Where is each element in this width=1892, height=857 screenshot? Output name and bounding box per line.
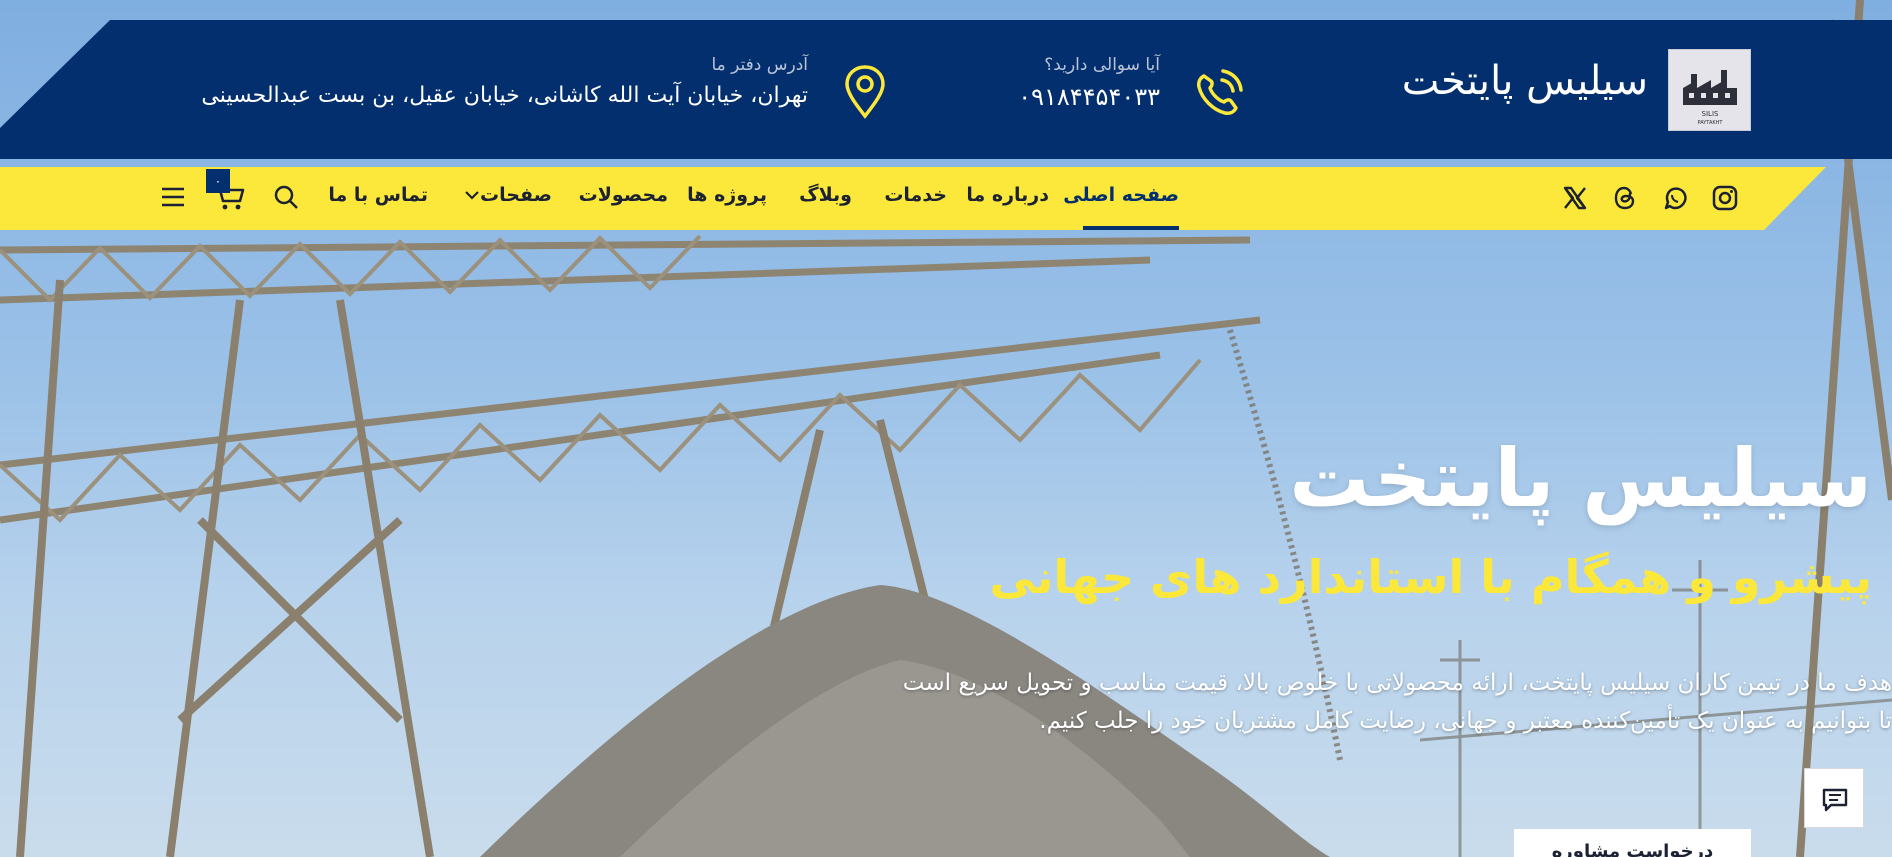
nav-item-contact[interactable]: تماس با ما xyxy=(328,184,428,206)
menu-icon[interactable] xyxy=(160,184,186,210)
nav-item-services[interactable]: خدمات xyxy=(884,184,947,206)
phone-number[interactable]: ۰۹۱۸۴۴۵۴۰۳۳ xyxy=(1018,83,1160,111)
nav-item-projects[interactable]: پروژه ها xyxy=(687,184,767,206)
hero-desc-line-2: تا بتوانیم به عنوان یک تأمین‌کننده معتبر… xyxy=(1039,708,1892,734)
address-label: آدرس دفتر ما xyxy=(711,55,808,75)
nav-item-pages[interactable]: صفحات xyxy=(480,184,552,206)
search-icon[interactable] xyxy=(272,183,300,211)
phone-label: آیا سوالی دارید؟ xyxy=(1044,55,1160,75)
phone-contact[interactable]: آیا سوالی دارید؟ ۰۹۱۸۴۴۵۴۰۳۳ xyxy=(1018,55,1160,111)
hero-subtitle: پیشرو و همگام با استاندارد های جهانی xyxy=(989,550,1872,604)
address-value: تهران، خیابان آیت الله کاشانی، خیابان عق… xyxy=(201,83,808,108)
location-pin-icon xyxy=(845,65,885,119)
chevron-down-icon xyxy=(465,191,479,200)
nav-item-blog[interactable]: وبلاگ xyxy=(799,184,852,206)
hero-title: سیلیس پایتخت xyxy=(1289,432,1872,525)
site-logo[interactable]: SILIS PAYTAKHT xyxy=(1668,49,1751,131)
consultation-request-button[interactable]: درخواست مشاوره xyxy=(1514,829,1751,857)
svg-text:SILIS: SILIS xyxy=(1702,110,1719,118)
office-address: آدرس دفتر ما تهران، خیابان آیت الله کاشا… xyxy=(201,55,808,108)
nav-item-home[interactable]: صفحه اصلی xyxy=(1063,184,1179,206)
factory-logo-icon: SILIS PAYTAKHT xyxy=(1683,70,1737,126)
nav-item-products[interactable]: محصولات xyxy=(579,184,668,206)
hero-desc-line-1: هدف ما در تیمن کاران سیلیس پایتخت، ارائه… xyxy=(902,670,1892,696)
chat-icon xyxy=(1822,788,1848,812)
brand-name[interactable]: سیلیس پایتخت xyxy=(1402,58,1648,104)
chat-widget-button[interactable] xyxy=(1804,768,1864,828)
x-icon[interactable] xyxy=(1561,184,1589,212)
cart-count-badge: ۰ xyxy=(206,169,230,193)
threads-icon[interactable] xyxy=(1611,184,1639,212)
nav-item-about[interactable]: درباره ما xyxy=(966,184,1049,206)
nav-active-indicator xyxy=(1083,226,1179,230)
hero-description: هدف ما در تیمن کاران سیلیس پایتخت، ارائه… xyxy=(882,664,1892,740)
svg-text:PAYTAKHT: PAYTAKHT xyxy=(1698,120,1724,126)
phone-icon xyxy=(1197,69,1243,115)
instagram-icon[interactable] xyxy=(1711,184,1739,212)
whatsapp-icon[interactable] xyxy=(1661,184,1689,212)
